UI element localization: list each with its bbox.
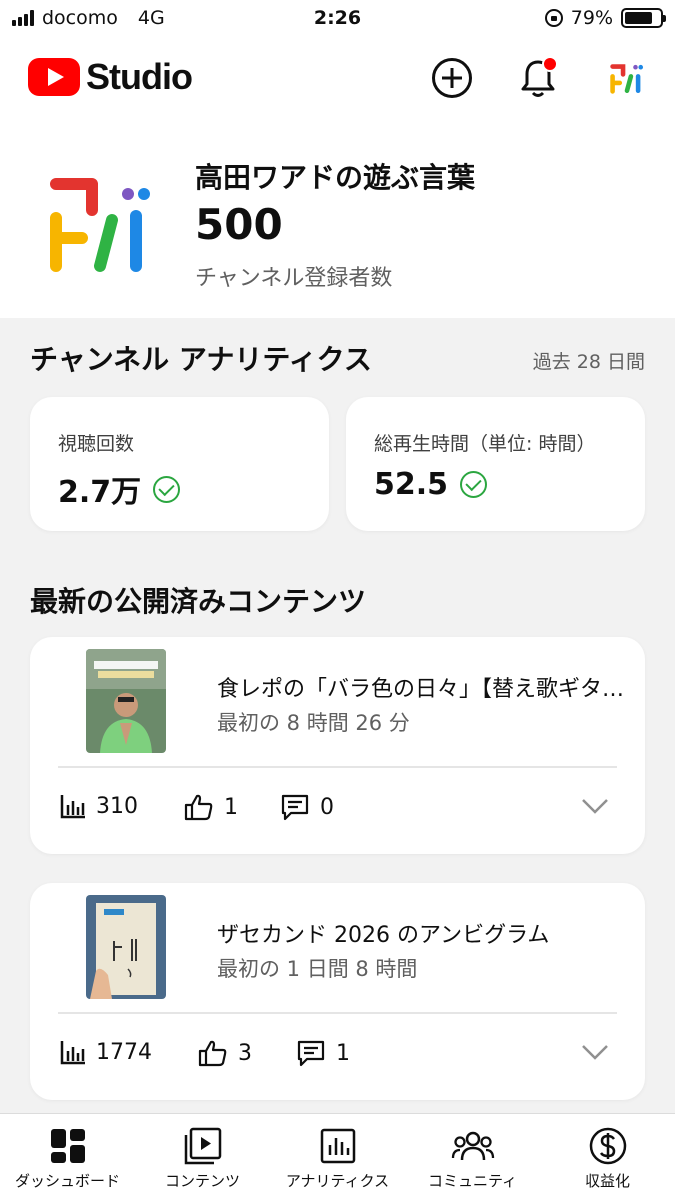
nav-community[interactable]: コミュニティ [405, 1114, 540, 1200]
latest-content-title: 最新の公開済みコンテンツ [30, 585, 367, 618]
nav-label: ダッシュボード [14, 1172, 120, 1190]
metric-value-row: 2.7万 [58, 467, 181, 511]
subscriber-count: 500 [195, 200, 283, 249]
analytics-period: 過去 28 日間 [532, 351, 645, 373]
views-count: 1774 [96, 1039, 152, 1065]
metric-value: 2.7万 [58, 475, 142, 510]
channel-summary: 高田ワアドの遊ぶ言葉 500 チャンネル登録者数 [0, 118, 675, 318]
subscriber-label: チャンネル登録者数 [195, 266, 393, 291]
account-button[interactable] [602, 54, 650, 102]
battery-icon [621, 8, 666, 28]
nav-label: 収益化 [584, 1172, 630, 1190]
bottom-navigation: ダッシュボード コンテンツ アナリティクス コミュニティ 収益化 [0, 1113, 675, 1200]
monetization-icon [589, 1127, 626, 1165]
comment-icon [297, 1040, 325, 1067]
video-thumbnail[interactable] [86, 895, 166, 999]
video-card[interactable]: 食レポの「バラ色の日々」【替え歌ギター】 最初の 8 時間 26 分 310 1… [30, 637, 645, 854]
comments-count: 1 [336, 1040, 350, 1066]
nav-dashboard[interactable]: ダッシュボード [0, 1114, 135, 1200]
status-bar: docomo 4G 2:26 79% [0, 0, 675, 38]
comment-icon [281, 794, 309, 821]
chevron-down-icon[interactable] [581, 797, 609, 815]
nav-content[interactable]: コンテンツ [135, 1114, 270, 1200]
channel-avatar-icon [610, 64, 644, 94]
video-stats-period: 最初の 1 日間 8 時間 [217, 957, 418, 981]
nav-analytics[interactable]: アナリティクス [270, 1114, 405, 1200]
metric-label: 視聴回数 [58, 433, 135, 455]
youtube-play-icon [28, 58, 80, 96]
divider [58, 766, 617, 768]
thumbs-up-icon [198, 1040, 227, 1067]
likes-stat: 1 [184, 793, 238, 821]
check-circle-icon [153, 475, 181, 503]
metric-card-watch-time[interactable]: 総再生時間（単位: 時間） 52.5 [346, 397, 645, 531]
analytics-title: チャンネル アナリティクス [30, 343, 372, 376]
orientation-lock-icon [544, 9, 563, 27]
video-stats-period: 最初の 8 時間 26 分 [217, 711, 410, 735]
status-right: 79% [544, 7, 666, 29]
video-thumbnail[interactable] [86, 649, 166, 753]
likes-count: 1 [224, 794, 238, 820]
comments-stat: 0 [280, 793, 334, 821]
likes-stat: 3 [198, 1039, 252, 1067]
thumbnail-image [86, 895, 166, 999]
channel-logo [50, 178, 150, 272]
thumbnail-image [86, 649, 166, 753]
dashboard-content: 高田ワアドの遊ぶ言葉 500 チャンネル登録者数 チャンネル アナリティクス 過… [0, 118, 675, 1113]
thumbs-up-icon [184, 794, 213, 821]
metric-label: 総再生時間（単位: 時間） [374, 433, 596, 455]
bar-chart-icon [60, 1041, 85, 1065]
app-name: Studio [86, 56, 193, 97]
metric-value: 52.5 [374, 467, 449, 502]
video-title[interactable]: 食レポの「バラ色の日々」【替え歌ギター】 [217, 671, 627, 703]
views-count: 310 [96, 793, 138, 819]
views-stat: 1774 [60, 1039, 152, 1065]
divider [58, 1012, 617, 1014]
analytics-icon [320, 1128, 355, 1164]
community-icon [451, 1131, 494, 1161]
views-stat: 310 [60, 793, 138, 819]
notifications-button[interactable] [514, 54, 562, 102]
nav-label: アナリティクス [285, 1172, 390, 1190]
content-icon [184, 1127, 221, 1165]
chevron-down-icon[interactable] [581, 1043, 609, 1061]
app-header: Studio [0, 38, 675, 118]
comments-stat: 1 [296, 1039, 350, 1067]
check-circle-icon [460, 471, 488, 498]
video-title[interactable]: ザセカンド 2026 のアンビグラム [217, 917, 627, 949]
nav-monetization[interactable]: 収益化 [540, 1114, 675, 1200]
bar-chart-icon [60, 795, 85, 819]
nav-label: コンテンツ [164, 1172, 240, 1190]
metric-card-views[interactable]: 視聴回数 2.7万 [30, 397, 329, 531]
notifications-icon [521, 56, 558, 97]
video-card[interactable]: ザセカンド 2026 のアンビグラム 最初の 1 日間 8 時間 1774 3 … [30, 883, 645, 1100]
dashboard-icon [50, 1129, 85, 1163]
comments-count: 0 [320, 794, 334, 820]
create-icon [432, 58, 472, 98]
nav-label: コミュニティ [427, 1172, 518, 1190]
likes-count: 3 [238, 1040, 252, 1066]
battery-percent: 79% [570, 7, 613, 29]
create-button[interactable] [428, 54, 476, 102]
channel-name: 高田ワアドの遊ぶ言葉 [195, 161, 476, 194]
youtube-studio-logo[interactable]: Studio [28, 56, 193, 98]
metric-value-row: 52.5 [374, 467, 488, 502]
